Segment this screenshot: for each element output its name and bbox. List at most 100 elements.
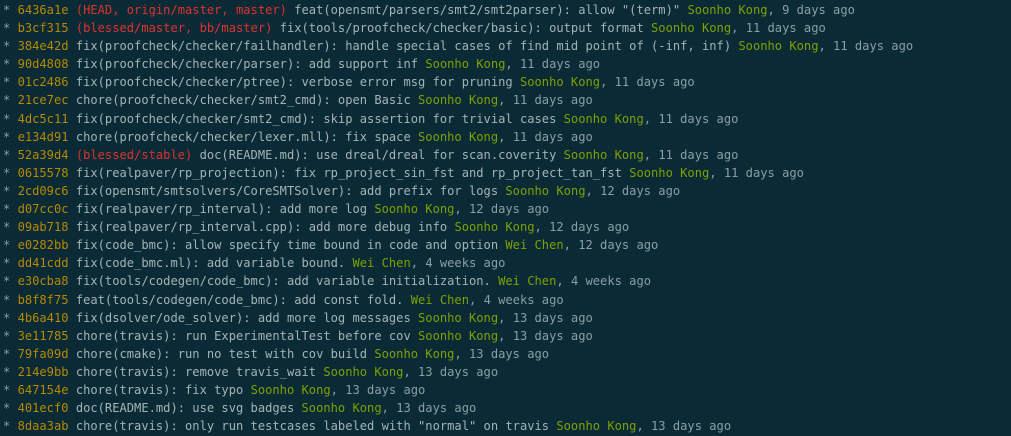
graph-marker: *: [3, 238, 11, 253]
commit-date: 11 days ago: [519, 57, 601, 72]
commit-message: fix(code_bmc): allow specify time bound …: [75, 238, 499, 253]
commit-date: 12 days ago: [549, 220, 630, 235]
commit-message: fix(proofcheck/checker/failhandler): han…: [75, 39, 732, 54]
commit-hash: 90d4808: [17, 57, 69, 72]
commit-line: * 3e11785 chore(travis): run Experimenta…: [3, 328, 593, 343]
commit-date: 12 days ago: [600, 183, 681, 198]
commit-message: fix(tools/codegen/code_bmc): add variabl…: [75, 274, 491, 289]
commit-line: * 4b6a410 fix(dsolver/ode_solver): add m…: [3, 310, 593, 325]
commit-hash: d07cc0c: [17, 202, 69, 217]
commit-line: * 384e42d fix(proofcheck/checker/failhan…: [3, 39, 914, 54]
commit-message: fix(tools/proofcheck/checker/basic): out…: [279, 21, 644, 36]
commit-date: 12 days ago: [469, 202, 550, 217]
commit-message: chore(travis): run ExperimentalTest befo…: [75, 328, 411, 343]
commit-author: Soonho Kong: [418, 328, 499, 343]
commit-message: chore(proofcheck/checker/smt2_cmd): open…: [75, 93, 411, 108]
commit-message: fix(realpaver/rp_interval): add more log: [75, 202, 368, 217]
commit-hash: 8daa3ab: [17, 419, 69, 434]
commit-message: fix(code_bmc.ml): add variable bound.: [75, 256, 346, 271]
graph-marker: *: [3, 292, 11, 307]
commit-date: 13 days ago: [345, 382, 426, 397]
commit-hash: 09ab718: [17, 220, 69, 235]
commit-hash: 4dc5c11: [17, 111, 69, 126]
commit-date: 13 days ago: [651, 419, 732, 434]
commit-refs: (HEAD, origin/master, master): [75, 3, 287, 17]
commit-hash: b3cf315: [17, 21, 69, 36]
commit-author: Soonho Kong: [687, 3, 768, 17]
commit-hash: 2cd09c6: [17, 183, 69, 198]
commit-hash: 79fa09d: [17, 346, 69, 361]
commit-line: * dd41cdd fix(code_bmc.ml): add variable…: [3, 256, 506, 271]
commit-hash: 647154e: [17, 382, 69, 397]
commit-author: Soonho Kong: [651, 21, 732, 36]
commit-author: Soonho Kong: [418, 93, 499, 108]
commit-line: * e134d91 chore(proofcheck/checker/lexer…: [3, 129, 593, 144]
graph-marker: *: [3, 382, 11, 397]
graph-marker: *: [3, 202, 11, 217]
commit-hash: e0282bb: [17, 238, 69, 253]
commit-author: Wei Chen: [410, 292, 469, 307]
commit-message: chore(travis): only run testcases labele…: [75, 419, 550, 434]
commit-message: fix(dsolver/ode_solver): add more log me…: [75, 310, 411, 325]
commit-author: Soonho Kong: [418, 129, 499, 144]
commit-message: fix(proofcheck/checker/ptree): verbose e…: [75, 75, 513, 90]
commit-hash: e134d91: [17, 129, 69, 144]
commit-date: 11 days ago: [614, 75, 695, 90]
commit-line: * e0282bb fix(code_bmc): allow specify t…: [3, 238, 659, 253]
commit-author: Soonho Kong: [556, 419, 637, 434]
graph-marker: *: [3, 364, 11, 379]
commit-line: * 0615578 fix(realpaver/rp_projection): …: [3, 165, 804, 180]
commit-date: 9 days ago: [782, 3, 855, 17]
commit-author: Wei Chen: [498, 274, 557, 289]
commit-message: doc(README.md): use svg badges: [75, 401, 295, 416]
commit-line: * 4dc5c11 fix(proofcheck/checker/smt2_cm…: [3, 111, 739, 126]
commit-date: 13 days ago: [512, 310, 593, 325]
commit-line: * d07cc0c fix(realpaver/rp_interval): ad…: [3, 202, 550, 217]
commit-hash: 6436a1e: [17, 3, 69, 17]
commit-line: * 21ce7ec chore(proofcheck/checker/smt2_…: [3, 93, 593, 108]
commit-hash: 3e11785: [17, 328, 69, 343]
commit-line: * 647154e chore(travis): fix typo Soonho…: [3, 382, 426, 397]
graph-marker: *: [3, 256, 11, 271]
commit-message: chore(cmake): run no test with cov build: [75, 346, 368, 361]
commit-hash: 214e9bb: [17, 364, 69, 379]
commit-line: * 90d4808 fix(proofcheck/checker/parser)…: [3, 57, 601, 72]
commit-hash: 4b6a410: [17, 310, 69, 325]
commit-refs: (blessed/stable): [75, 147, 193, 162]
terminal-window[interactable]: * 6436a1e (HEAD, origin/master, master) …: [3, 1, 1009, 435]
commit-date: 11 days ago: [723, 165, 804, 180]
graph-marker: *: [3, 419, 11, 434]
commit-author: Soonho Kong: [563, 111, 644, 126]
commit-message: fix(realpaver/rp_interval.cpp): add more…: [75, 220, 448, 235]
commit-message: doc(README.md): use dreal/dreal for scan…: [199, 147, 557, 162]
commit-hash: 21ce7ec: [17, 93, 69, 108]
commit-author: Soonho Kong: [374, 202, 455, 217]
commit-line: * b8f8f75 feat(tools/codegen/code_bmc): …: [3, 292, 564, 307]
graph-marker: *: [3, 165, 11, 180]
commit-line: * 01c2486 fix(proofcheck/checker/ptree):…: [3, 75, 695, 90]
commit-author: Soonho Kong: [425, 57, 506, 72]
commit-date: 13 days ago: [469, 346, 550, 361]
commit-date: 11 days ago: [658, 147, 739, 162]
commit-hash: 0615578: [17, 165, 69, 180]
commit-hash: 52a39d4: [17, 147, 69, 162]
graph-marker: *: [3, 129, 11, 144]
commit-author: Soonho Kong: [629, 165, 710, 180]
graph-marker: *: [3, 310, 11, 325]
commit-message: chore(proofcheck/checker/lexer.mll): fix…: [75, 129, 411, 144]
commit-date: 11 days ago: [512, 129, 593, 144]
graph-marker: *: [3, 346, 11, 361]
commit-author: Soonho Kong: [519, 75, 601, 90]
commit-date: 4 weeks ago: [570, 274, 652, 289]
commit-date: 11 days ago: [833, 39, 914, 54]
commit-author: Soonho Kong: [505, 183, 586, 198]
commit-message: chore(travis): fix typo: [75, 382, 244, 397]
graph-marker: *: [3, 183, 11, 198]
graph-marker: *: [3, 147, 11, 162]
commit-author: Soonho Kong: [250, 382, 331, 397]
commit-author: Soonho Kong: [374, 346, 455, 361]
commit-line: * 214e9bb chore(travis): remove travis_w…: [3, 364, 499, 379]
commit-hash: dd41cdd: [17, 256, 69, 271]
commit-date: 11 days ago: [745, 21, 826, 36]
commit-message: fix(opensmt/smtsolvers/CoreSMTSolver): a…: [75, 183, 499, 198]
